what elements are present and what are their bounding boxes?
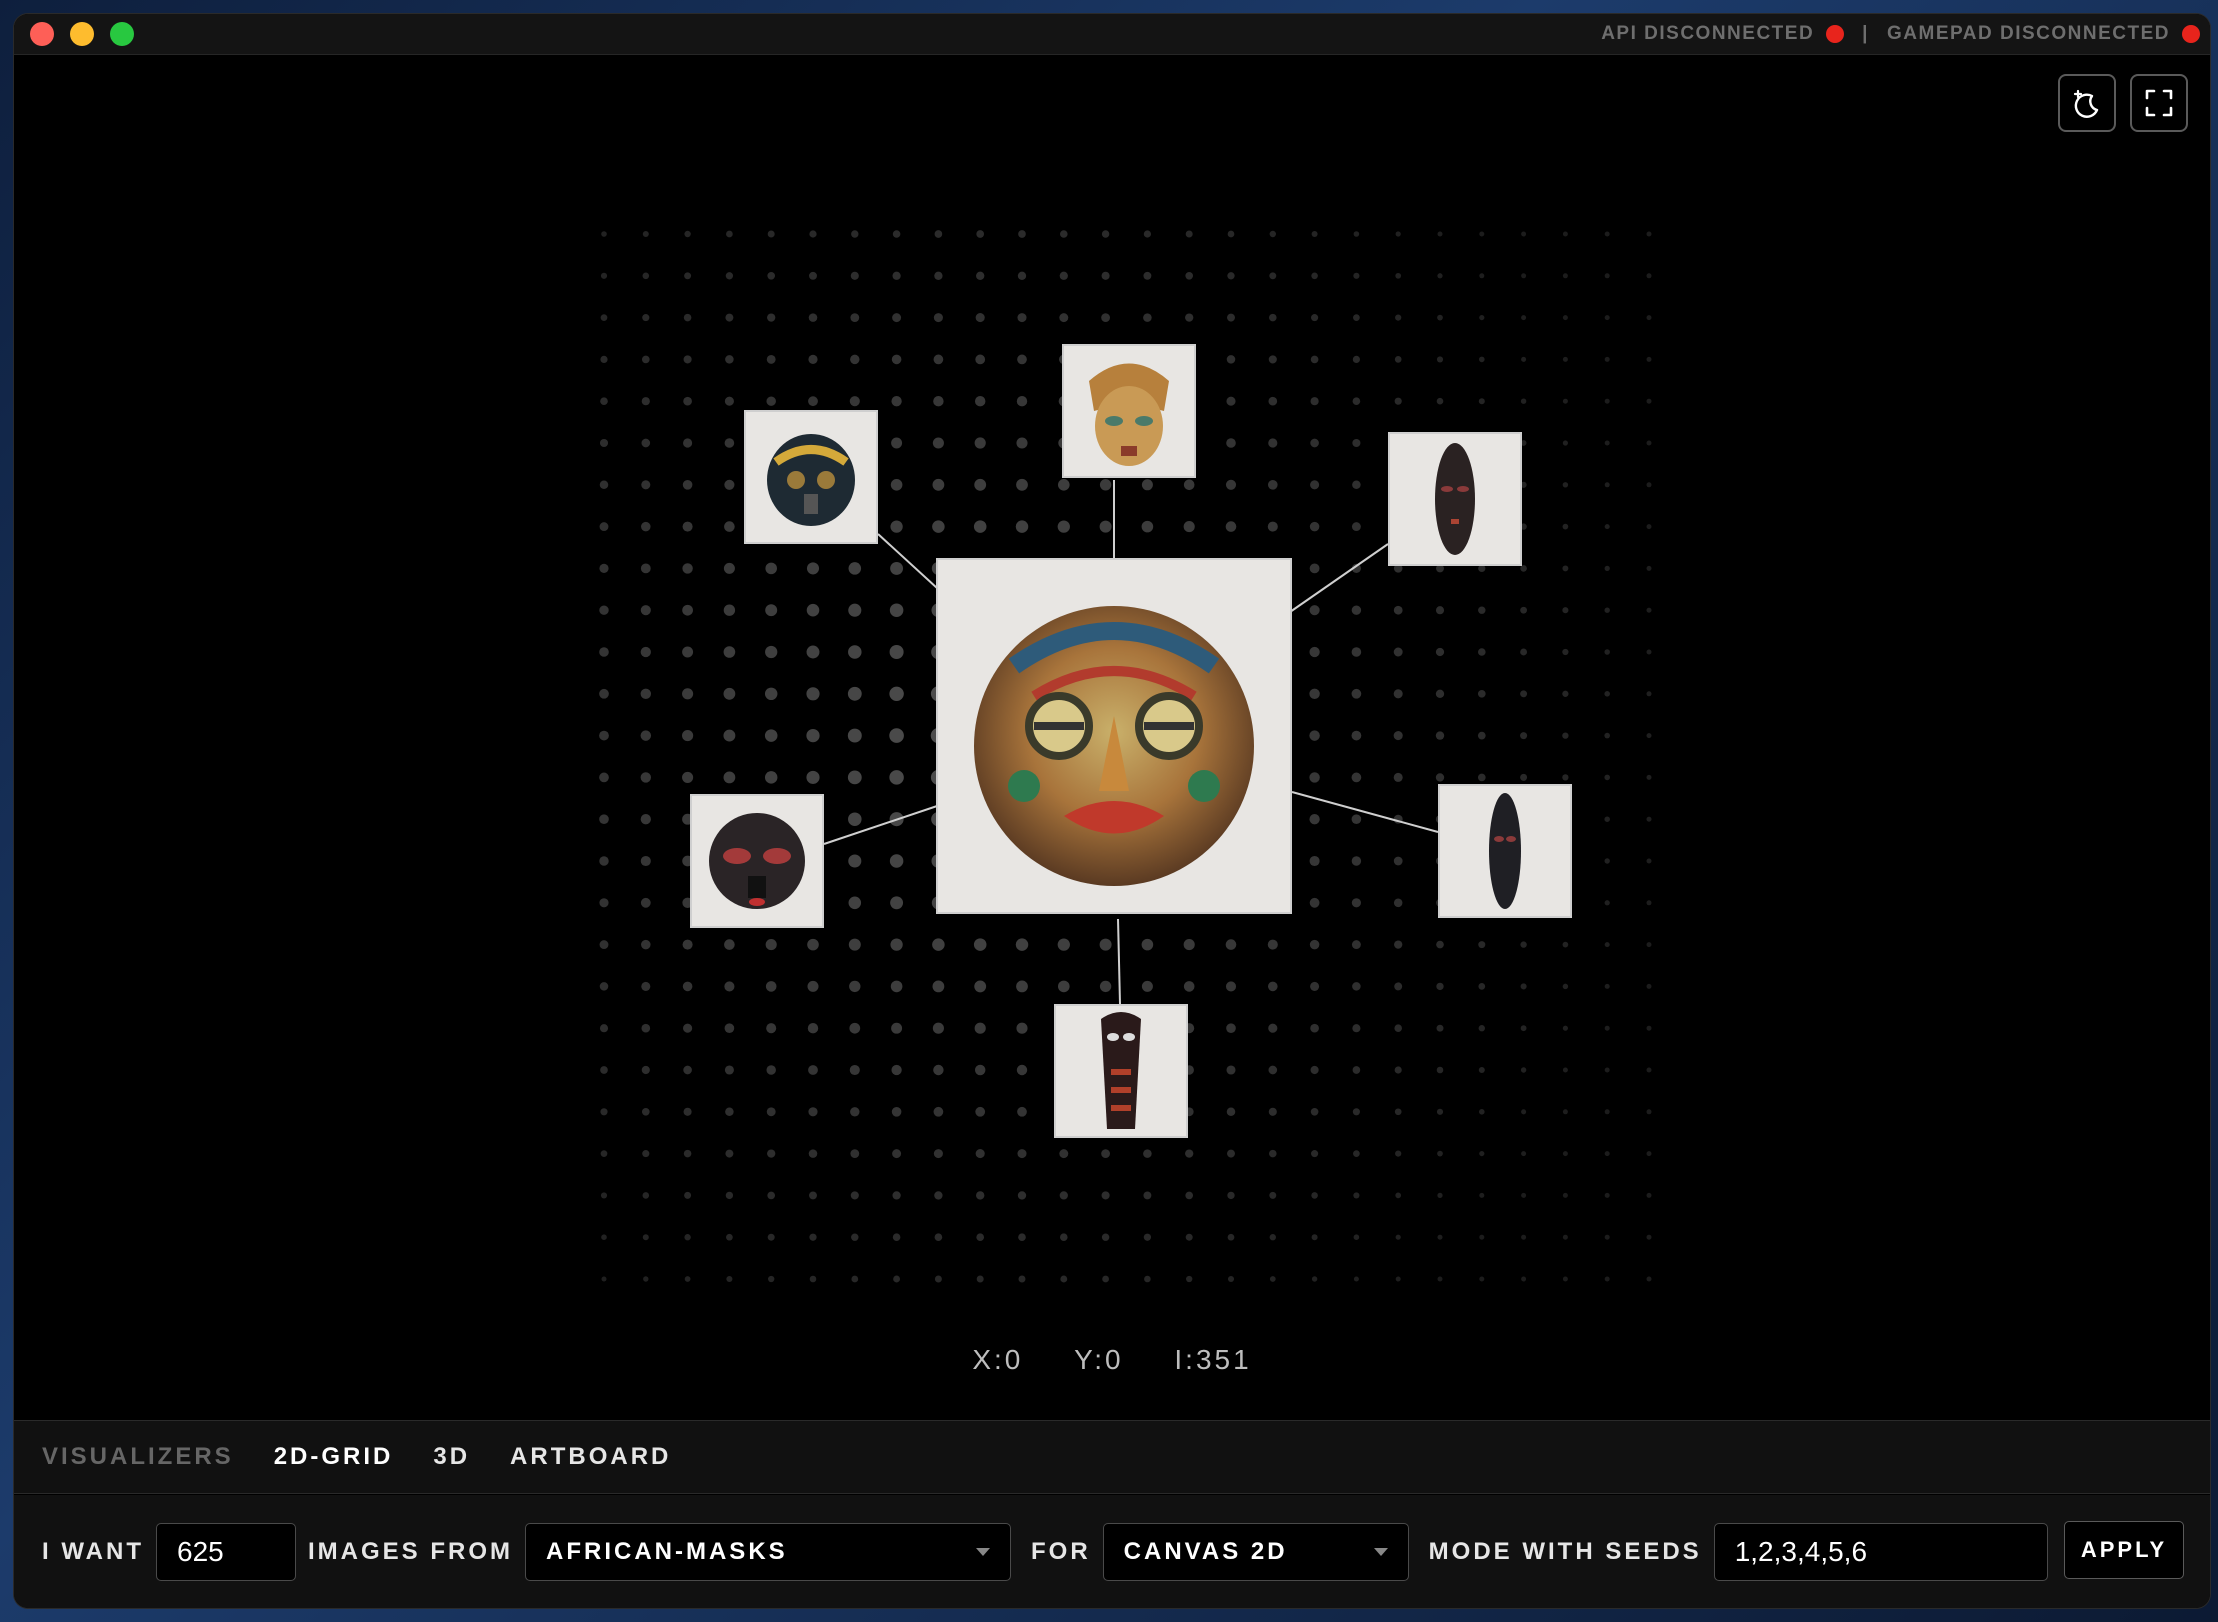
images-from-label: IMAGES FROM: [308, 1537, 513, 1565]
position-readout: X:0 Y:0 I:351: [14, 1344, 2210, 1376]
chevron-down-icon: [1373, 1547, 1388, 1556]
image-count-input[interactable]: 625: [156, 1522, 296, 1581]
neighbor-mask-right[interactable]: [1438, 784, 1572, 918]
tab-artboard[interactable]: ARTBOARD: [510, 1443, 671, 1471]
seeds-input[interactable]: 1,2,3,4,5,6: [1713, 1522, 2048, 1581]
visualizers-label: VISUALIZERS: [42, 1443, 234, 1470]
mode-with-seeds-label: MODE WITH SEEDS: [1428, 1537, 1702, 1565]
app-window: API DISCONNECTED | GAMEPAD DISCONNECTED: [14, 14, 2210, 1608]
y-coordinate: Y:0: [1074, 1344, 1124, 1375]
image-index: I:351: [1174, 1344, 1252, 1375]
neighbor-mask-bottom[interactable]: [1054, 1004, 1188, 1138]
center-mask-image[interactable]: [936, 558, 1292, 914]
dataset-select-value: AFRICAN-MASKS: [546, 1537, 788, 1565]
for-label: FOR: [1031, 1537, 1091, 1565]
x-coordinate: X:0: [972, 1344, 1024, 1375]
neighbor-mask-top-right[interactable]: [1388, 432, 1522, 566]
mask-thumbnail-icon: [767, 434, 855, 526]
tab-3d[interactable]: 3D: [433, 1443, 470, 1471]
apply-button[interactable]: APPLY: [2064, 1521, 2184, 1579]
round-mask-icon: [974, 606, 1254, 886]
i-want-label: I WANT: [42, 1537, 144, 1565]
visualizers-tabs: VISUALIZERS 2D-GRID 3D ARTBOARD: [14, 1420, 2210, 1494]
tab-2d-grid[interactable]: 2D-GRID: [274, 1443, 394, 1471]
mask-thumbnail-icon: [1489, 793, 1521, 909]
neighbor-mask-top-left[interactable]: [744, 410, 878, 544]
mask-thumbnail-icon: [1089, 363, 1169, 466]
neighbor-mask-top[interactable]: [1062, 344, 1196, 478]
renderer-select[interactable]: CANVAS 2D: [1102, 1522, 1409, 1581]
mask-thumbnail-icon: [1101, 1012, 1141, 1129]
renderer-select-value: CANVAS 2D: [1123, 1537, 1288, 1565]
chevron-down-icon: [976, 1547, 990, 1556]
mask-thumbnail-icon: [1435, 443, 1475, 555]
neighbor-mask-left[interactable]: [690, 794, 824, 928]
dataset-select[interactable]: AFRICAN-MASKS: [525, 1522, 1011, 1581]
query-controls: I WANT 625 IMAGES FROM AFRICAN-MASKS FOR…: [14, 1495, 2210, 1608]
mask-thumbnail-icon: [709, 813, 805, 909]
